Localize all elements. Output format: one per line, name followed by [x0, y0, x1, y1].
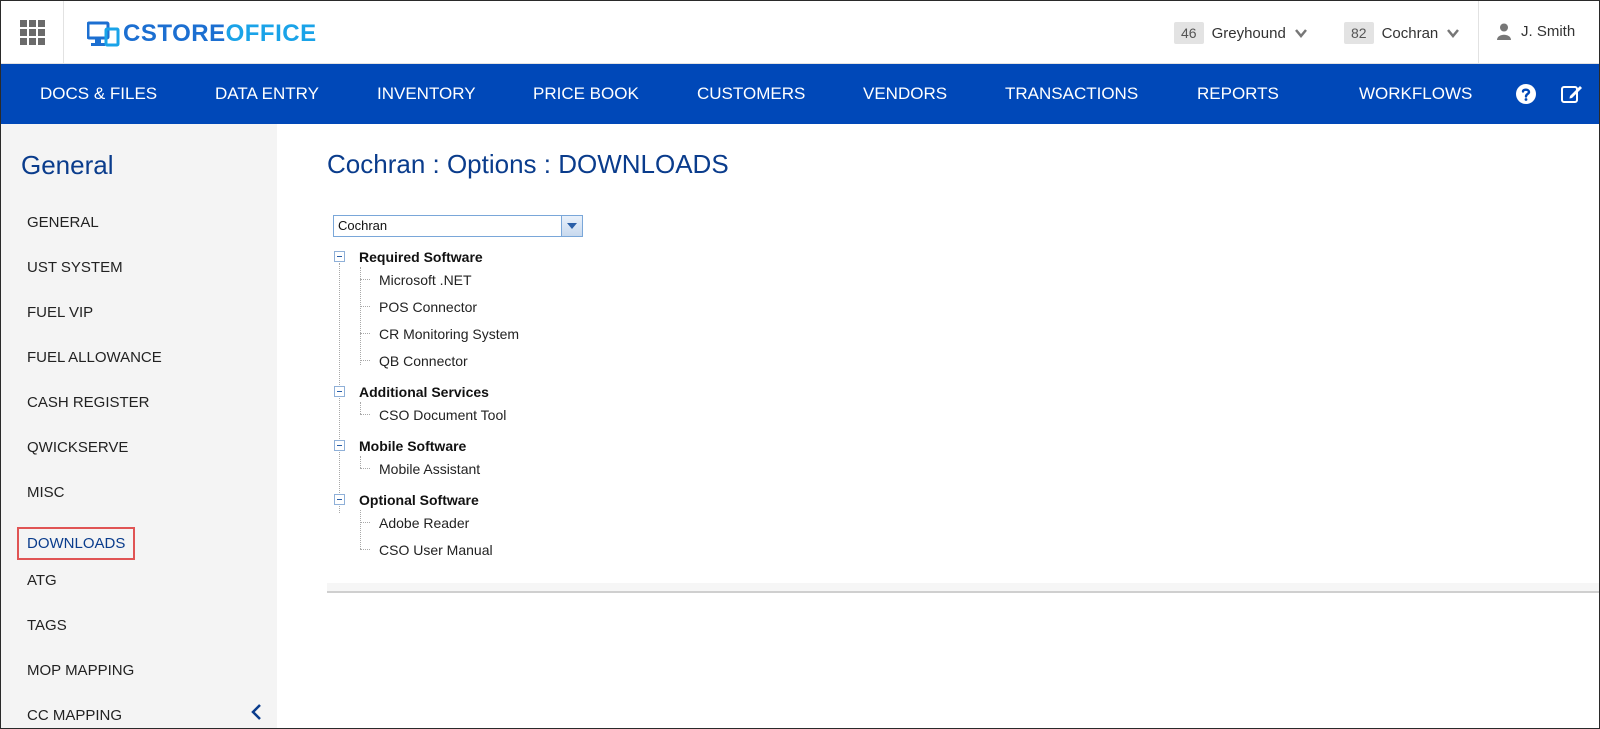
- sidebar-title: General: [21, 150, 114, 180]
- nav-reports[interactable]: REPORTS: [1197, 64, 1279, 124]
- sidebar-item-qwickserve[interactable]: QWICKSERVE: [27, 439, 128, 456]
- nav-docs-files[interactable]: DOCS & FILES: [40, 64, 157, 124]
- tree-connector: [360, 402, 361, 414]
- grid-icon: [19, 19, 45, 45]
- store-combobox[interactable]: Cochran: [333, 215, 583, 237]
- caret-down-icon: [567, 223, 577, 229]
- content-footer-shade: [327, 583, 1599, 591]
- tree-group-required-software[interactable]: Required Software: [359, 249, 483, 265]
- tree-item-mobile-assistant[interactable]: Mobile Assistant: [379, 461, 480, 477]
- store-number-badge: 82: [1344, 22, 1374, 44]
- nav-data-entry[interactable]: DATA ENTRY: [215, 64, 319, 124]
- logo-text-part2: OFFICE: [225, 20, 317, 47]
- edit-icon[interactable]: [1560, 82, 1584, 106]
- sidebar: General GENERAL UST SYSTEM FUEL VIP FUEL…: [1, 124, 277, 728]
- sidebar-item-general[interactable]: GENERAL: [27, 214, 99, 231]
- topbar-divider: [1478, 1, 1479, 63]
- collapse-toggle-required-software[interactable]: [334, 251, 345, 262]
- tree-connector: [360, 456, 361, 468]
- sidebar-item-fuel-allowance[interactable]: FUEL ALLOWANCE: [27, 349, 162, 366]
- sidebar-item-misc[interactable]: MISC: [27, 484, 65, 501]
- nav-vendors[interactable]: VENDORS: [863, 64, 947, 124]
- store-name: Cochran: [1381, 24, 1439, 42]
- nav-customers[interactable]: CUSTOMERS: [697, 64, 805, 124]
- sidebar-item-downloads[interactable]: DOWNLOADS: [17, 527, 136, 560]
- sidebar-item-tags[interactable]: TAGS: [27, 617, 67, 634]
- tree-connector: [360, 510, 361, 549]
- tree-item-cso-user-manual[interactable]: CSO User Manual: [379, 542, 493, 558]
- sidebar-item-fuel-vip[interactable]: FUEL VIP: [27, 304, 93, 321]
- store-name: Greyhound: [1211, 24, 1286, 42]
- tree-connector: [360, 468, 370, 469]
- tree-connector: [360, 522, 370, 523]
- chevron-down-icon: [1447, 29, 1460, 38]
- chevron-down-icon: [1294, 29, 1307, 38]
- collapse-toggle-optional-software[interactable]: [334, 494, 345, 505]
- collapse-toggle-mobile-software[interactable]: [334, 440, 345, 451]
- sidebar-item-mop-mapping[interactable]: MOP MAPPING: [27, 662, 134, 679]
- tree-connector: [360, 360, 370, 361]
- store-selector-cochran[interactable]: 82 Cochran: [1344, 21, 1460, 45]
- store-combobox-value: Cochran: [338, 218, 388, 233]
- nav-transactions[interactable]: TRANSACTIONS: [1005, 64, 1138, 124]
- cstore-office-logo: CSTOREOFFICE: [87, 20, 317, 47]
- tree-connector: [360, 333, 370, 334]
- collapse-sidebar-icon[interactable]: [247, 700, 267, 724]
- tree-item-adobe-reader[interactable]: Adobe Reader: [379, 515, 469, 531]
- user-menu[interactable]: J. Smith: [1497, 23, 1575, 40]
- tree-item-pos-connector[interactable]: POS Connector: [379, 299, 477, 315]
- tree-item-cso-document-tool[interactable]: CSO Document Tool: [379, 407, 506, 423]
- tree-connector: [360, 306, 370, 307]
- monitor-logo-icon: [87, 21, 120, 47]
- sidebar-item-atg[interactable]: ATG: [27, 572, 57, 589]
- tree-item-cr-monitoring-system[interactable]: CR Monitoring System: [379, 326, 519, 342]
- tree-group-optional-software[interactable]: Optional Software: [359, 492, 479, 508]
- top-bar: CSTOREOFFICE 46 Greyhound 82 Cochran J. …: [1, 1, 1599, 64]
- logo-text-part1: CSTORE: [123, 20, 226, 47]
- help-icon[interactable]: [1514, 82, 1538, 106]
- tree-item-qb-connector[interactable]: QB Connector: [379, 353, 468, 369]
- user-icon: [1497, 23, 1511, 40]
- tree-group-mobile-software[interactable]: Mobile Software: [359, 438, 466, 454]
- app-window: CSTOREOFFICE 46 Greyhound 82 Cochran J. …: [0, 0, 1600, 729]
- tree-item-microsoft-net[interactable]: Microsoft .NET: [379, 272, 472, 288]
- nav-price-book[interactable]: PRICE BOOK: [533, 64, 639, 124]
- tree-connector: [360, 279, 370, 280]
- main-nav: DOCS & FILES DATA ENTRY INVENTORY PRICE …: [1, 64, 1599, 124]
- sidebar-item-cc-mapping[interactable]: CC MAPPING: [27, 707, 122, 724]
- collapse-toggle-additional-services[interactable]: [334, 386, 345, 397]
- content-divider: [327, 591, 1599, 593]
- store-selector-greyhound[interactable]: 46 Greyhound: [1174, 21, 1308, 45]
- store-number-badge: 46: [1174, 22, 1204, 44]
- sidebar-item-ust-system[interactable]: UST SYSTEM: [27, 259, 123, 276]
- nav-workflows[interactable]: WORKFLOWS: [1359, 64, 1472, 124]
- tree-group-additional-services[interactable]: Additional Services: [359, 384, 489, 400]
- tree-connector: [360, 267, 361, 365]
- nav-inventory[interactable]: INVENTORY: [377, 64, 476, 124]
- tree-connector: [360, 549, 370, 550]
- combobox-dropdown-button[interactable]: [561, 216, 582, 236]
- page-title: Cochran : Options : DOWNLOADS: [327, 149, 729, 179]
- sidebar-item-cash-register[interactable]: CASH REGISTER: [27, 394, 150, 411]
- app-launcher-button[interactable]: [1, 1, 64, 63]
- user-name: J. Smith: [1521, 23, 1576, 40]
- tree-connector: [360, 414, 370, 415]
